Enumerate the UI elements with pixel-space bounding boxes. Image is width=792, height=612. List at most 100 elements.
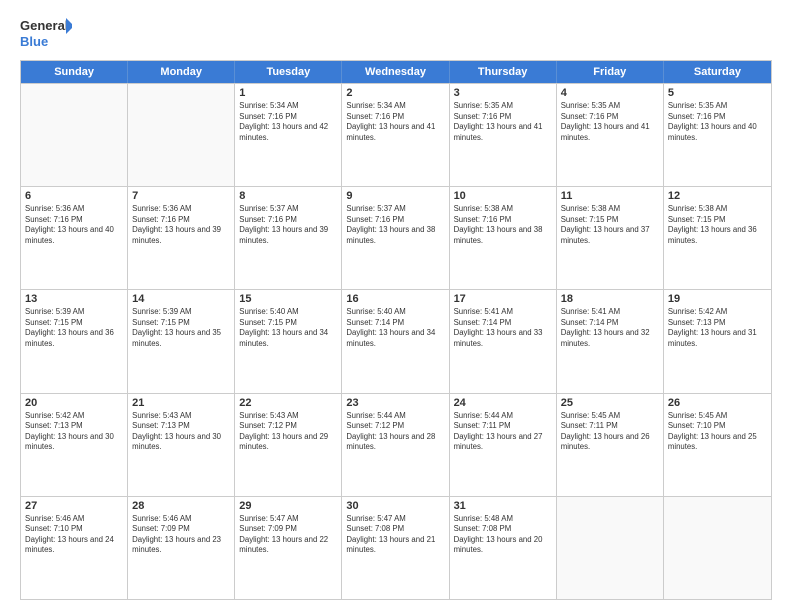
calendar-week-5: 27 Sunrise: 5:46 AM Sunset: 7:10 PM Dayl… <box>21 496 771 599</box>
day-cell-5: 5 Sunrise: 5:35 AM Sunset: 7:16 PM Dayli… <box>664 84 771 186</box>
empty-cell <box>557 497 664 599</box>
cell-detail: Sunrise: 5:45 AM Sunset: 7:11 PM Dayligh… <box>561 411 659 453</box>
cell-detail: Sunrise: 5:41 AM Sunset: 7:14 PM Dayligh… <box>561 307 659 349</box>
day-number: 22 <box>239 397 337 409</box>
day-number: 7 <box>132 190 230 202</box>
day-number: 1 <box>239 87 337 99</box>
day-number: 30 <box>346 500 444 512</box>
day-cell-12: 12 Sunrise: 5:38 AM Sunset: 7:15 PM Dayl… <box>664 187 771 289</box>
cell-detail: Sunrise: 5:46 AM Sunset: 7:09 PM Dayligh… <box>132 514 230 556</box>
day-cell-22: 22 Sunrise: 5:43 AM Sunset: 7:12 PM Dayl… <box>235 394 342 496</box>
cell-detail: Sunrise: 5:36 AM Sunset: 7:16 PM Dayligh… <box>132 204 230 246</box>
cell-detail: Sunrise: 5:42 AM Sunset: 7:13 PM Dayligh… <box>668 307 767 349</box>
day-number: 24 <box>454 397 552 409</box>
cell-detail: Sunrise: 5:34 AM Sunset: 7:16 PM Dayligh… <box>346 101 444 143</box>
header-day-thursday: Thursday <box>450 61 557 83</box>
cell-detail: Sunrise: 5:42 AM Sunset: 7:13 PM Dayligh… <box>25 411 123 453</box>
day-number: 26 <box>668 397 767 409</box>
cell-detail: Sunrise: 5:35 AM Sunset: 7:16 PM Dayligh… <box>561 101 659 143</box>
day-cell-1: 1 Sunrise: 5:34 AM Sunset: 7:16 PM Dayli… <box>235 84 342 186</box>
svg-text:Blue: Blue <box>20 34 48 49</box>
svg-text:General: General <box>20 18 68 33</box>
day-number: 17 <box>454 293 552 305</box>
header-day-tuesday: Tuesday <box>235 61 342 83</box>
day-cell-28: 28 Sunrise: 5:46 AM Sunset: 7:09 PM Dayl… <box>128 497 235 599</box>
day-number: 8 <box>239 190 337 202</box>
day-number: 20 <box>25 397 123 409</box>
day-number: 6 <box>25 190 123 202</box>
logo: General Blue <box>20 16 72 52</box>
day-number: 11 <box>561 190 659 202</box>
day-cell-18: 18 Sunrise: 5:41 AM Sunset: 7:14 PM Dayl… <box>557 290 664 392</box>
cell-detail: Sunrise: 5:46 AM Sunset: 7:10 PM Dayligh… <box>25 514 123 556</box>
day-number: 5 <box>668 87 767 99</box>
empty-cell <box>128 84 235 186</box>
day-number: 18 <box>561 293 659 305</box>
header-day-monday: Monday <box>128 61 235 83</box>
header-day-wednesday: Wednesday <box>342 61 449 83</box>
day-cell-30: 30 Sunrise: 5:47 AM Sunset: 7:08 PM Dayl… <box>342 497 449 599</box>
day-number: 2 <box>346 87 444 99</box>
day-number: 28 <box>132 500 230 512</box>
day-cell-15: 15 Sunrise: 5:40 AM Sunset: 7:15 PM Dayl… <box>235 290 342 392</box>
day-number: 23 <box>346 397 444 409</box>
day-cell-19: 19 Sunrise: 5:42 AM Sunset: 7:13 PM Dayl… <box>664 290 771 392</box>
cell-detail: Sunrise: 5:35 AM Sunset: 7:16 PM Dayligh… <box>454 101 552 143</box>
cell-detail: Sunrise: 5:45 AM Sunset: 7:10 PM Dayligh… <box>668 411 767 453</box>
day-number: 21 <box>132 397 230 409</box>
day-cell-2: 2 Sunrise: 5:34 AM Sunset: 7:16 PM Dayli… <box>342 84 449 186</box>
page: General Blue SundayMondayTuesdayWednesda… <box>0 0 792 612</box>
day-cell-10: 10 Sunrise: 5:38 AM Sunset: 7:16 PM Dayl… <box>450 187 557 289</box>
cell-detail: Sunrise: 5:37 AM Sunset: 7:16 PM Dayligh… <box>239 204 337 246</box>
cell-detail: Sunrise: 5:43 AM Sunset: 7:12 PM Dayligh… <box>239 411 337 453</box>
day-number: 29 <box>239 500 337 512</box>
cell-detail: Sunrise: 5:44 AM Sunset: 7:11 PM Dayligh… <box>454 411 552 453</box>
day-cell-24: 24 Sunrise: 5:44 AM Sunset: 7:11 PM Dayl… <box>450 394 557 496</box>
day-number: 16 <box>346 293 444 305</box>
day-number: 9 <box>346 190 444 202</box>
cell-detail: Sunrise: 5:37 AM Sunset: 7:16 PM Dayligh… <box>346 204 444 246</box>
day-cell-8: 8 Sunrise: 5:37 AM Sunset: 7:16 PM Dayli… <box>235 187 342 289</box>
calendar: SundayMondayTuesdayWednesdayThursdayFrid… <box>20 60 772 600</box>
calendar-week-4: 20 Sunrise: 5:42 AM Sunset: 7:13 PM Dayl… <box>21 393 771 496</box>
cell-detail: Sunrise: 5:47 AM Sunset: 7:08 PM Dayligh… <box>346 514 444 556</box>
calendar-header: SundayMondayTuesdayWednesdayThursdayFrid… <box>21 61 771 83</box>
calendar-week-1: 1 Sunrise: 5:34 AM Sunset: 7:16 PM Dayli… <box>21 83 771 186</box>
cell-detail: Sunrise: 5:41 AM Sunset: 7:14 PM Dayligh… <box>454 307 552 349</box>
cell-detail: Sunrise: 5:35 AM Sunset: 7:16 PM Dayligh… <box>668 101 767 143</box>
cell-detail: Sunrise: 5:38 AM Sunset: 7:16 PM Dayligh… <box>454 204 552 246</box>
cell-detail: Sunrise: 5:38 AM Sunset: 7:15 PM Dayligh… <box>561 204 659 246</box>
cell-detail: Sunrise: 5:47 AM Sunset: 7:09 PM Dayligh… <box>239 514 337 556</box>
day-number: 3 <box>454 87 552 99</box>
empty-cell <box>664 497 771 599</box>
header: General Blue <box>20 16 772 52</box>
header-day-friday: Friday <box>557 61 664 83</box>
calendar-body: 1 Sunrise: 5:34 AM Sunset: 7:16 PM Dayli… <box>21 83 771 599</box>
day-number: 25 <box>561 397 659 409</box>
header-day-saturday: Saturday <box>664 61 771 83</box>
day-number: 27 <box>25 500 123 512</box>
cell-detail: Sunrise: 5:48 AM Sunset: 7:08 PM Dayligh… <box>454 514 552 556</box>
day-number: 31 <box>454 500 552 512</box>
day-number: 13 <box>25 293 123 305</box>
empty-cell <box>21 84 128 186</box>
day-cell-17: 17 Sunrise: 5:41 AM Sunset: 7:14 PM Dayl… <box>450 290 557 392</box>
day-cell-4: 4 Sunrise: 5:35 AM Sunset: 7:16 PM Dayli… <box>557 84 664 186</box>
day-cell-20: 20 Sunrise: 5:42 AM Sunset: 7:13 PM Dayl… <box>21 394 128 496</box>
day-number: 10 <box>454 190 552 202</box>
day-cell-21: 21 Sunrise: 5:43 AM Sunset: 7:13 PM Dayl… <box>128 394 235 496</box>
header-day-sunday: Sunday <box>21 61 128 83</box>
day-cell-25: 25 Sunrise: 5:45 AM Sunset: 7:11 PM Dayl… <box>557 394 664 496</box>
day-cell-23: 23 Sunrise: 5:44 AM Sunset: 7:12 PM Dayl… <box>342 394 449 496</box>
day-cell-11: 11 Sunrise: 5:38 AM Sunset: 7:15 PM Dayl… <box>557 187 664 289</box>
day-number: 12 <box>668 190 767 202</box>
day-cell-29: 29 Sunrise: 5:47 AM Sunset: 7:09 PM Dayl… <box>235 497 342 599</box>
cell-detail: Sunrise: 5:34 AM Sunset: 7:16 PM Dayligh… <box>239 101 337 143</box>
day-number: 19 <box>668 293 767 305</box>
day-number: 15 <box>239 293 337 305</box>
day-cell-13: 13 Sunrise: 5:39 AM Sunset: 7:15 PM Dayl… <box>21 290 128 392</box>
cell-detail: Sunrise: 5:39 AM Sunset: 7:15 PM Dayligh… <box>25 307 123 349</box>
day-cell-9: 9 Sunrise: 5:37 AM Sunset: 7:16 PM Dayli… <box>342 187 449 289</box>
day-cell-26: 26 Sunrise: 5:45 AM Sunset: 7:10 PM Dayl… <box>664 394 771 496</box>
cell-detail: Sunrise: 5:38 AM Sunset: 7:15 PM Dayligh… <box>668 204 767 246</box>
